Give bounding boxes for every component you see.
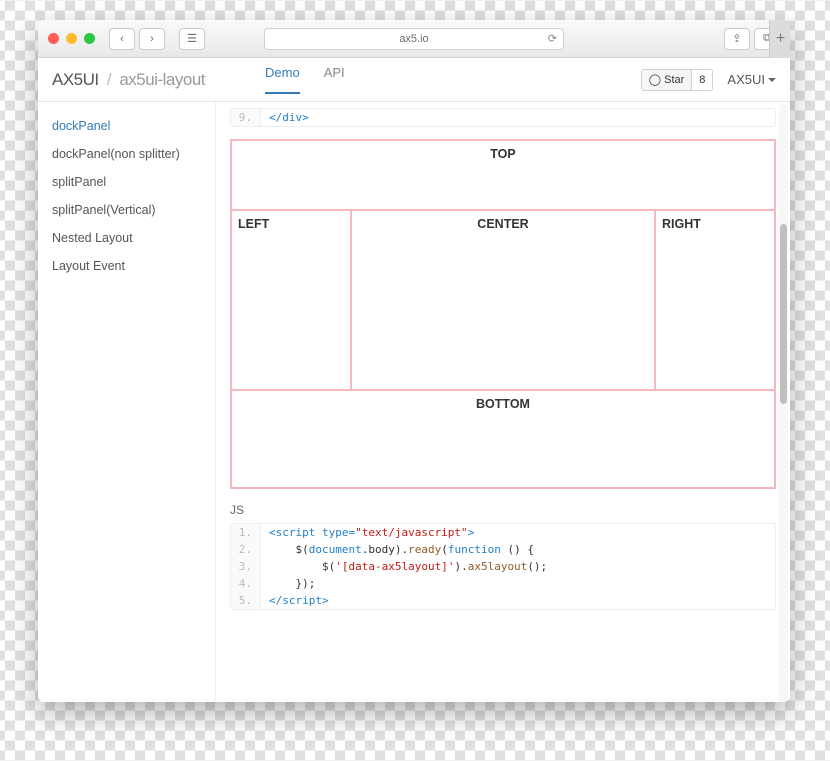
pane-right[interactable]: RIGHT	[655, 210, 775, 390]
page-header: AX5UI / ax5ui-layout Demo API ◯ Star 8 A…	[38, 58, 790, 102]
content: dockPanel dockPanel(non splitter) splitP…	[38, 102, 790, 702]
main-area: 9. </div> TOP LEFT CENTER RIGHT BOTTOM J…	[216, 102, 790, 702]
code-gutter: 1.	[231, 524, 261, 541]
address-text: ax5.io	[399, 33, 428, 45]
chevron-down-icon	[768, 78, 776, 82]
pane-bottom[interactable]: BOTTOM	[231, 390, 775, 488]
vertical-scrollbar[interactable]	[779, 104, 788, 702]
nav-tabs: Demo API	[265, 65, 345, 94]
github-star-count: 8	[692, 74, 712, 86]
close-window-button[interactable]	[48, 33, 59, 44]
sidebar-item-nested-layout[interactable]: Nested Layout	[38, 224, 215, 252]
brand-name: AX5UI	[52, 70, 99, 89]
github-star-widget[interactable]: ◯ Star 8	[641, 69, 714, 91]
code-gutter: 4.	[231, 575, 261, 592]
github-icon: ◯	[649, 73, 661, 86]
brand-logo[interactable]: AX5UI / ax5ui-layout	[52, 70, 205, 90]
code-gutter: 2.	[231, 541, 261, 558]
pane-center[interactable]: CENTER	[351, 210, 655, 390]
layout-demo: TOP LEFT CENTER RIGHT BOTTOM	[230, 139, 776, 489]
share-button[interactable]: ⇪	[724, 28, 750, 50]
pane-top[interactable]: TOP	[231, 140, 775, 210]
code-content: <script type="text/javascript">	[261, 524, 775, 541]
new-tab-button[interactable]: +	[769, 20, 790, 58]
sidebar-item-dockpanel[interactable]: dockPanel	[38, 112, 215, 140]
github-star-label: ◯ Star	[642, 70, 693, 90]
code-content: </script>	[261, 592, 775, 609]
sidebar-item-splitpanel-vertical[interactable]: splitPanel(Vertical)	[38, 196, 215, 224]
back-button[interactable]: ‹	[109, 28, 135, 50]
brand-dropdown-label: AX5UI	[727, 72, 765, 87]
sidebar-item-dockpanel-nonsplitter[interactable]: dockPanel(non splitter)	[38, 140, 215, 168]
brand-dropdown[interactable]: AX5UI	[727, 72, 776, 87]
browser-window: ‹ › ☰ ax5.io ⟳ ⇪ ⧉ + AX5UI / ax5ui-layou…	[38, 20, 790, 702]
code-content: </div>	[261, 109, 775, 126]
title-bar: ‹ › ☰ ax5.io ⟳ ⇪ ⧉ +	[38, 20, 790, 58]
scrollbar-thumb[interactable]	[780, 224, 787, 404]
forward-button[interactable]: ›	[139, 28, 165, 50]
sidebar-toggle-button[interactable]: ☰	[179, 28, 205, 50]
brand-separator: /	[107, 70, 111, 89]
traffic-lights	[48, 33, 95, 44]
tab-demo[interactable]: Demo	[265, 65, 300, 94]
pane-middle-row: LEFT CENTER RIGHT	[231, 210, 775, 390]
js-label: JS	[230, 503, 776, 517]
sidebar: dockPanel dockPanel(non splitter) splitP…	[38, 102, 216, 702]
brand-subtitle: ax5ui-layout	[119, 70, 205, 89]
pane-left[interactable]: LEFT	[231, 210, 351, 390]
code-gutter: 3.	[231, 558, 261, 575]
github-star-text: Star	[664, 74, 684, 86]
code-content: });	[261, 575, 775, 592]
sidebar-item-splitpanel[interactable]: splitPanel	[38, 168, 215, 196]
js-code-block: 1.<script type="text/javascript"> 2. $(d…	[230, 523, 776, 610]
minimize-window-button[interactable]	[66, 33, 77, 44]
code-gutter: 5.	[231, 592, 261, 609]
tab-api[interactable]: API	[324, 65, 345, 94]
view-buttons: ☰	[179, 28, 205, 50]
code-gutter: 9.	[231, 109, 261, 126]
maximize-window-button[interactable]	[84, 33, 95, 44]
nav-buttons: ‹ ›	[109, 28, 165, 50]
sidebar-item-layout-event[interactable]: Layout Event	[38, 252, 215, 280]
refresh-icon[interactable]: ⟳	[548, 32, 557, 45]
code-content: $('[data-ax5layout]').ax5layout();	[261, 558, 775, 575]
address-bar[interactable]: ax5.io ⟳	[264, 28, 564, 50]
html-code-block: 9. </div>	[230, 108, 776, 127]
code-content: $(document.body).ready(function () {	[261, 541, 775, 558]
